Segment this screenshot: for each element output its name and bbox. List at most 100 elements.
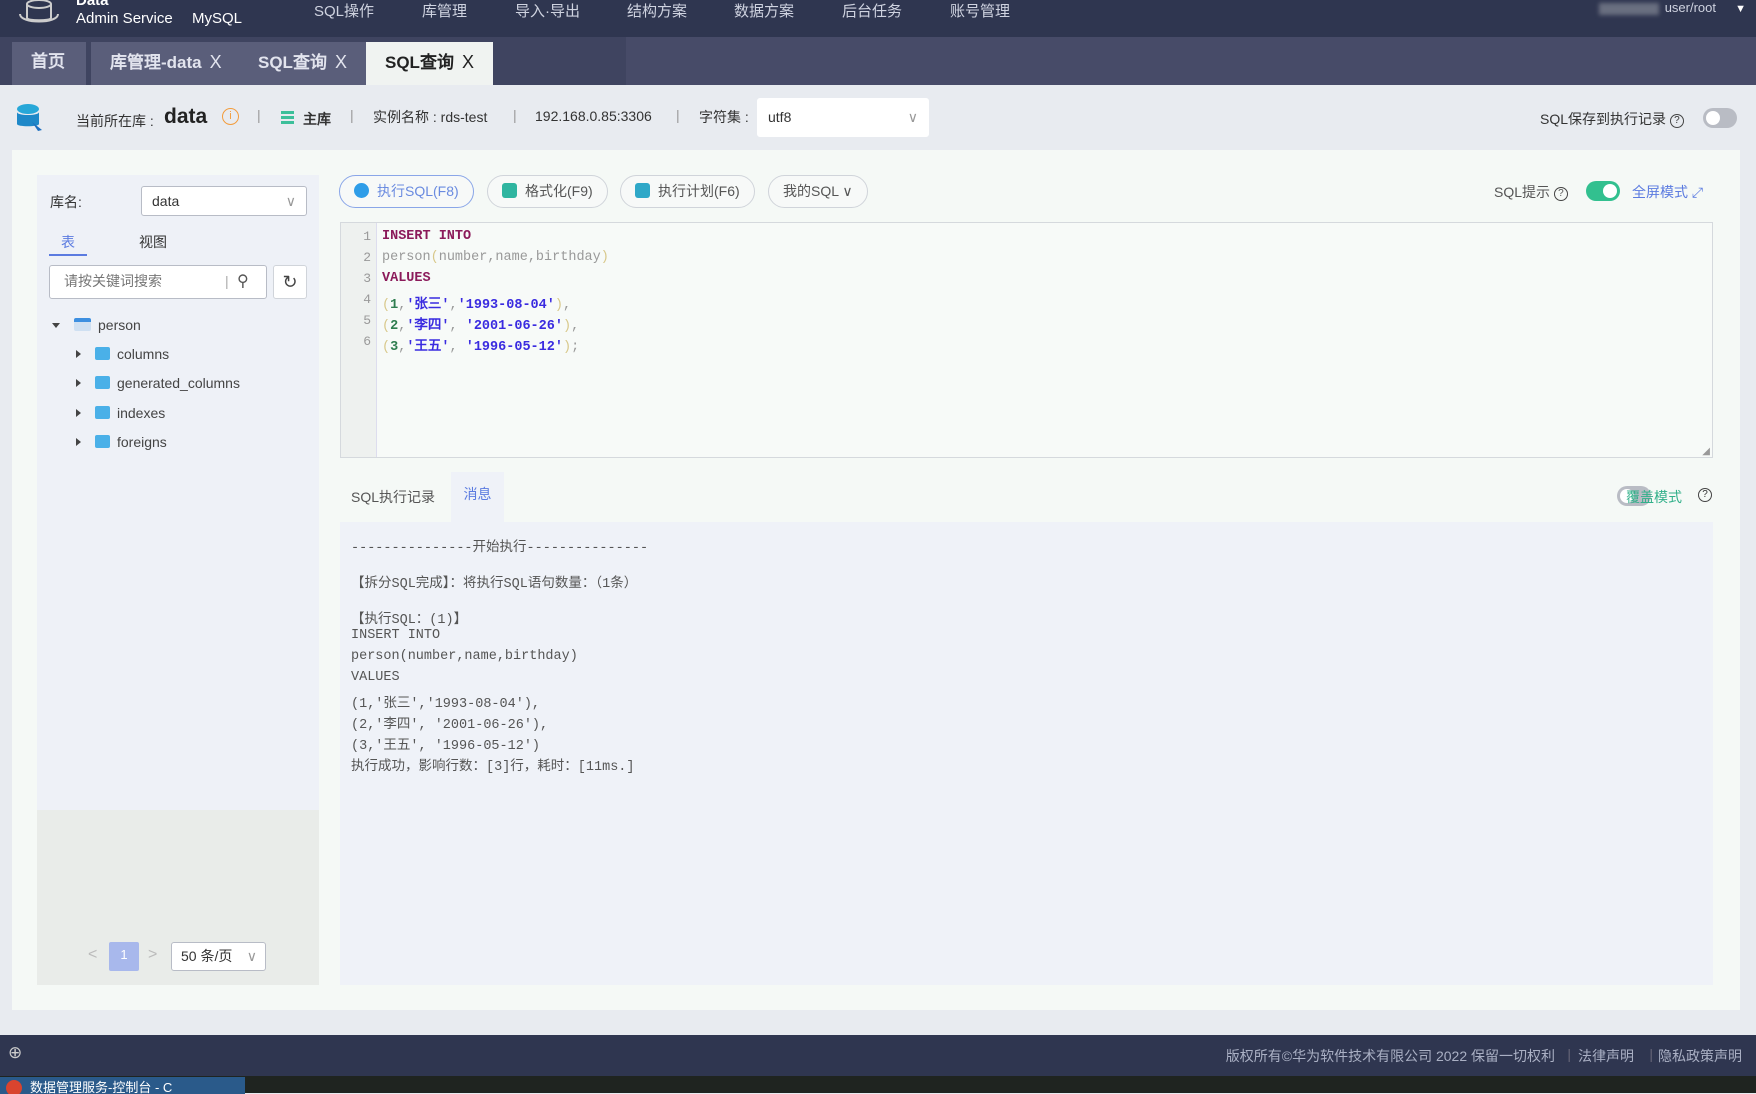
tab-sql-query[interactable]: SQL查询 X xyxy=(239,42,366,85)
caret-right-icon[interactable] xyxy=(76,438,81,446)
code-line: INSERT INTO xyxy=(382,229,471,244)
line-number: 4 xyxy=(363,292,371,307)
message-line: 【拆分SQL完成】：将执行SQL语句数量：（1条） xyxy=(351,577,638,592)
nav-background-tasks[interactable]: 后台任务 xyxy=(842,0,902,21)
tab-views[interactable]: 视图 xyxy=(139,232,167,252)
code-token: , xyxy=(449,319,466,334)
sql-hint-toggle[interactable] xyxy=(1586,181,1620,201)
caret-right-icon[interactable] xyxy=(76,350,81,358)
tree-item-person[interactable]: person xyxy=(52,317,141,333)
code-token: '2001-06-26' xyxy=(465,319,563,334)
code-token: 1 xyxy=(390,298,399,313)
message-line: INSERT INTO xyxy=(351,628,441,643)
code-token: ) xyxy=(600,250,609,265)
tree-item-generated-columns[interactable]: generated_columns xyxy=(76,375,240,391)
tab-tables[interactable]: 表 xyxy=(49,232,87,256)
close-icon[interactable]: X xyxy=(335,52,347,72)
privacy-link[interactable]: 隐私政策声明 xyxy=(1658,1046,1742,1066)
fullscreen-button[interactable]: 全屏模式 ⤢ xyxy=(1632,182,1703,202)
refresh-button[interactable]: ↻ xyxy=(273,265,307,299)
execute-sql-button[interactable]: 执行SQL(F8) xyxy=(339,175,474,208)
page-1-button[interactable]: 1 xyxy=(109,942,139,971)
info-icon[interactable]: i xyxy=(222,108,239,125)
copyright: 版权所有©华为软件技术有限公司 2022 保留一切权利 xyxy=(1225,1048,1555,1064)
line-number: 5 xyxy=(363,313,371,328)
format-button[interactable]: 格式化(F9) xyxy=(487,175,608,208)
tree-item-indexes[interactable]: indexes xyxy=(76,405,165,421)
db-select[interactable]: data ∨ xyxy=(141,186,307,216)
code-line: (2,'李四', '2001-06-26'), xyxy=(382,313,579,334)
nav-data-plan[interactable]: 数据方案 xyxy=(734,0,794,21)
nav-sql-ops[interactable]: SQL操作 xyxy=(314,0,374,21)
prev-page-button[interactable]: < xyxy=(88,946,97,964)
tab-home[interactable]: 首页 xyxy=(12,42,86,85)
code-token: '李四' xyxy=(406,319,450,334)
save-to-history-toggle[interactable] xyxy=(1703,108,1737,128)
code-token: , xyxy=(571,319,580,334)
resize-handle[interactable]: ◢ xyxy=(1702,446,1710,457)
chevron-down-icon: ∨ xyxy=(246,948,257,964)
db-info-bar: 当前所在库 : data i | 主库 | 实例名称 : rds-test | … xyxy=(0,85,1756,150)
tree-item-foreigns[interactable]: foreigns xyxy=(76,434,167,450)
sidebar: 库名: data∨ 表 视图 | ⚲ ↻ person columns gene… xyxy=(37,175,319,985)
code-token: ( xyxy=(430,250,439,265)
message-line: (3,'王五', '1996-05-12') xyxy=(351,739,541,754)
close-icon[interactable]: X xyxy=(210,52,222,72)
code-token: 3 xyxy=(390,340,399,355)
os-taskbar: 数据管理服务-控制台 - C xyxy=(0,1076,1756,1094)
help-icon[interactable]: ? xyxy=(1669,114,1684,128)
nav-schema-plan[interactable]: 结构方案 xyxy=(627,0,687,21)
message-line: (2,'李四', '2001-06-26'), xyxy=(351,718,549,733)
tab-db-manage-data[interactable]: 库管理-data X xyxy=(91,42,241,85)
code-token: ( xyxy=(382,340,391,355)
brand-subtitle: Admin Service xyxy=(76,10,173,27)
page-size-select[interactable]: 50 条/页 ∨ xyxy=(171,942,266,971)
sql-editor[interactable]: 1 INSERT INTO 2 person(number,name,birthday… xyxy=(340,222,1713,458)
folder-icon xyxy=(95,406,110,419)
execution-plan-button[interactable]: 执行计划(F6) xyxy=(620,175,755,208)
user-menu[interactable]: user/root xyxy=(1598,0,1716,15)
close-icon[interactable]: X xyxy=(462,52,474,72)
engine-label: MySQL xyxy=(192,10,243,27)
top-nav-bar: Data Admin Service MySQL SQL操作 库管理 导入·导出… xyxy=(0,0,1756,37)
save-to-history-label: SQL保存到执行记录 ? xyxy=(1540,109,1684,129)
search-box[interactable]: | ⚲ xyxy=(49,265,267,299)
globe-icon[interactable]: ⊕ xyxy=(8,1043,22,1063)
taskbar-window[interactable]: 数据管理服务-控制台 - C xyxy=(0,1077,245,1094)
code-token: ) xyxy=(562,319,572,334)
db-name-label: 库名: xyxy=(50,194,82,210)
next-page-button[interactable]: > xyxy=(148,946,157,964)
caret-down-icon[interactable] xyxy=(52,323,60,328)
caret-right-icon[interactable] xyxy=(76,379,81,387)
help-icon[interactable]: ? xyxy=(1553,187,1568,201)
caret-right-icon[interactable] xyxy=(76,409,81,417)
code-token: , xyxy=(449,298,458,313)
tab-messages[interactable]: 消息 xyxy=(451,472,504,522)
nav-account-manage[interactable]: 账号管理 xyxy=(950,0,1010,21)
code-line: (3,'王五', '1996-05-12'); xyxy=(382,334,579,355)
message-line: person(number,name,birthday) xyxy=(351,649,578,664)
message-line: VALUES xyxy=(351,670,400,685)
caret-down-icon[interactable]: ▼ xyxy=(1735,3,1746,15)
tree-item-columns[interactable]: columns xyxy=(76,346,169,362)
charset-select[interactable]: utf8 ∨ xyxy=(757,98,929,137)
folder-icon xyxy=(95,347,110,360)
code-token: '张三' xyxy=(406,298,450,313)
code-token: ; xyxy=(571,340,580,355)
tab-sql-history[interactable]: SQL执行记录 xyxy=(351,487,435,507)
play-icon xyxy=(354,183,369,198)
brand-title: Data xyxy=(76,0,109,9)
line-number: 6 xyxy=(363,334,371,349)
legal-link[interactable]: 法律声明 xyxy=(1578,1046,1634,1066)
folder-icon xyxy=(95,376,110,389)
search-icon[interactable]: ⚲ xyxy=(237,271,249,291)
search-input[interactable] xyxy=(64,273,214,289)
nav-db-manage[interactable]: 库管理 xyxy=(422,0,467,21)
primary-db-icon xyxy=(281,111,294,125)
my-sql-dropdown[interactable]: 我的SQL ∨ xyxy=(768,175,868,208)
sql-hint-label: SQL提示 ? xyxy=(1494,182,1568,202)
line-number: 2 xyxy=(363,250,371,265)
tab-sql-query-active[interactable]: SQL查询 X xyxy=(366,42,493,85)
help-icon[interactable]: ? xyxy=(1698,488,1712,502)
nav-import-export[interactable]: 导入·导出 xyxy=(515,0,580,21)
